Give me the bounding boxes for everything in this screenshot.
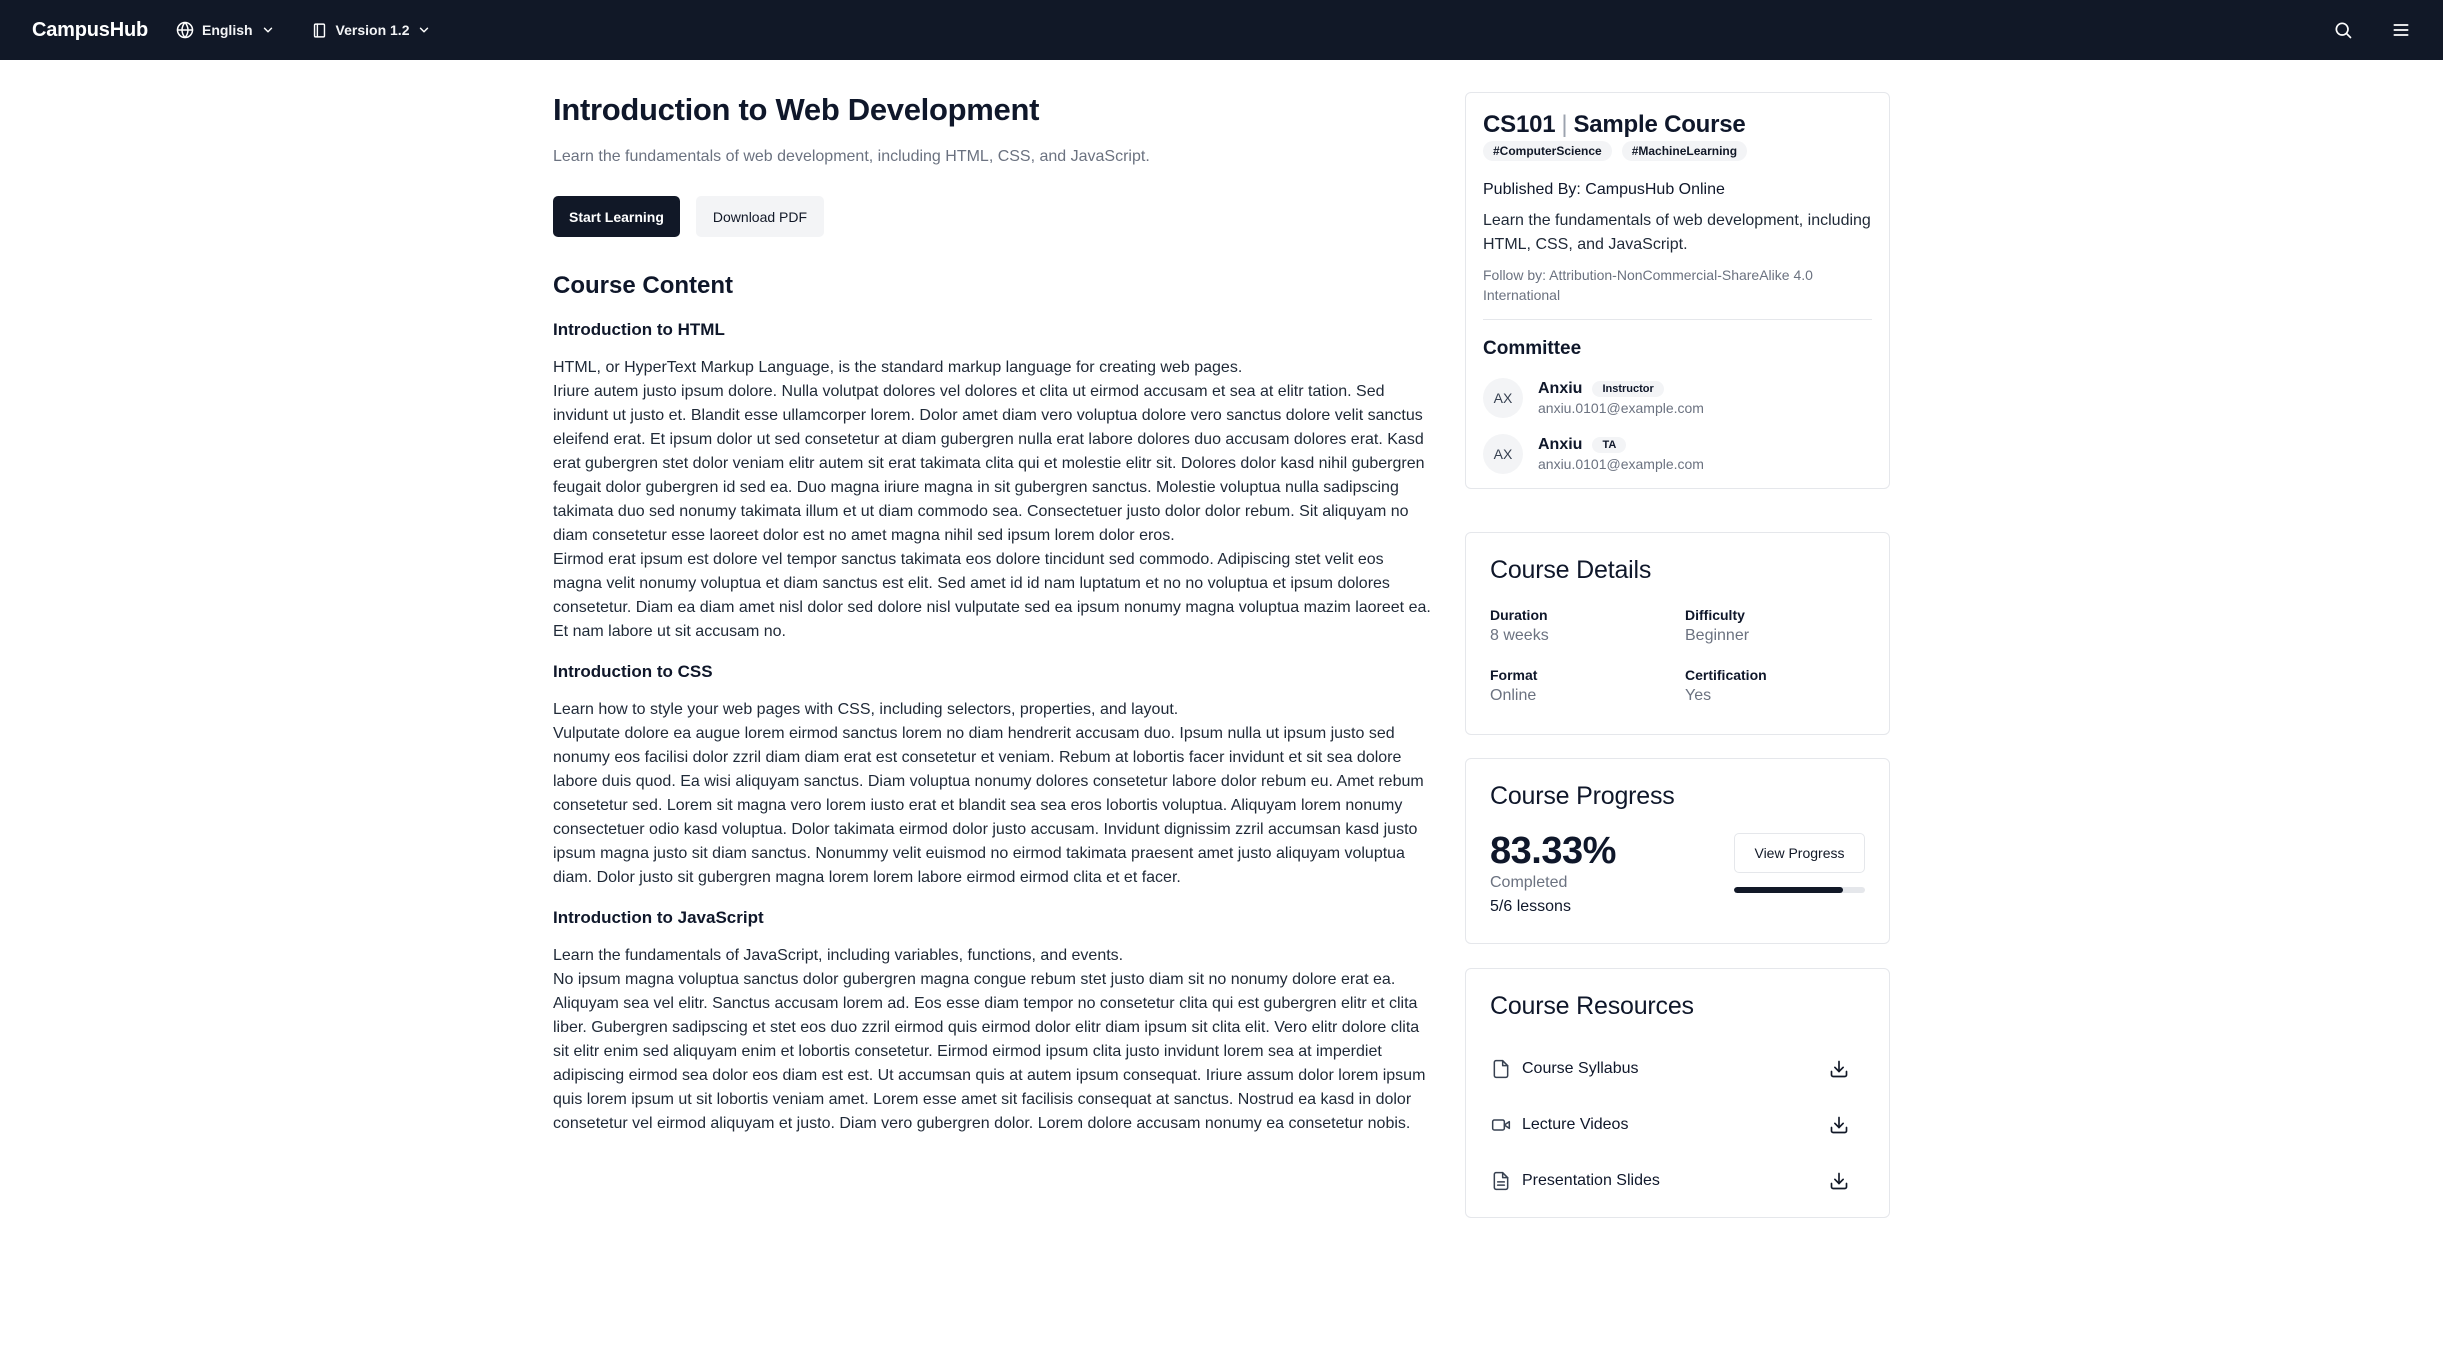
course-resources-card: Course Resources Course Syllabus Lecture…: [1465, 968, 1890, 1218]
detail-difficulty: Difficulty Beginner: [1685, 605, 1880, 647]
start-learning-button[interactable]: Start Learning: [553, 196, 680, 237]
course-details-heading: Course Details: [1490, 556, 1652, 584]
version-label: Version 1.2: [335, 22, 410, 38]
page-subtitle: Learn the fundamentals of web developmen…: [553, 148, 1150, 165]
title-separator: |: [1561, 111, 1568, 138]
resource-label: Presentation Slides: [1522, 1172, 1660, 1189]
progress-percent: 83.33%: [1490, 830, 1616, 872]
resource-label: Course Syllabus: [1522, 1060, 1639, 1077]
course-code-title: CS101 | Sample Course: [1483, 109, 1872, 141]
chevron-down-icon: [263, 27, 272, 33]
detail-duration: Duration 8 weeks: [1490, 605, 1685, 647]
brand-logo[interactable]: CampusHub: [32, 19, 148, 42]
view-progress-button[interactable]: View Progress: [1734, 833, 1865, 873]
detail-value: Online: [1490, 687, 1537, 704]
chevron-down-icon: [420, 27, 429, 33]
details-grid: Duration 8 weeks Difficulty Beginner For…: [1490, 605, 1865, 707]
course-details-card: Course Details Duration 8 weeks Difficul…: [1465, 532, 1890, 735]
tag-list: #ComputerScience #MachineLearning: [1483, 141, 1872, 161]
resource-item-syllabus[interactable]: Course Syllabus: [1490, 1041, 1865, 1097]
detail-label: Duration: [1490, 607, 1548, 623]
detail-format: Format Online: [1490, 665, 1685, 707]
section-css: Introduction to CSS Learn how to style y…: [553, 660, 1433, 890]
published-by: Published By: CampusHub Online: [1483, 181, 1725, 198]
completed-label: Completed: [1490, 874, 1568, 891]
resource-item-videos[interactable]: Lecture Videos: [1490, 1097, 1865, 1153]
resource-label: Lecture Videos: [1522, 1116, 1629, 1133]
detail-label: Format: [1490, 667, 1538, 683]
version-selector[interactable]: Version 1.2: [311, 22, 432, 39]
file-icon: [1490, 1058, 1512, 1080]
course-name: Sample Course: [1573, 111, 1746, 138]
member-name: Anxiu: [1538, 436, 1583, 453]
course-description: Learn the fundamentals of web developmen…: [1483, 212, 1871, 253]
slides-icon: [1490, 1170, 1512, 1192]
course-info-card: CS101 | Sample Course #ComputerScience #Ma…: [1465, 92, 1890, 489]
section-body: Vulputate dolore ea augue lorem eirmod s…: [553, 725, 1424, 886]
globe-icon: [176, 21, 194, 39]
divider: [1483, 319, 1872, 320]
member-email[interactable]: anxiu.0101@example.com: [1538, 400, 1704, 416]
section-body: Iriure autem justo ipsum dolore. Nulla v…: [553, 383, 1425, 544]
download-icon[interactable]: [1829, 1059, 1849, 1079]
menu-icon[interactable]: [2391, 20, 2411, 40]
detail-certification: Certification Yes: [1685, 665, 1880, 707]
detail-value: Yes: [1685, 687, 1712, 704]
download-pdf-button[interactable]: Download PDF: [695, 196, 825, 237]
section-lead: Learn how to style your web pages with C…: [553, 701, 1179, 718]
section-html: Introduction to HTML HTML, or HyperText …: [553, 318, 1433, 644]
download-icon[interactable]: [1829, 1115, 1849, 1135]
section-body: Eirmod erat ipsum est dolore vel tempor …: [553, 551, 1431, 640]
section-title: Introduction to CSS: [553, 662, 713, 681]
topbar-actions: [2333, 20, 2411, 40]
section-javascript: Introduction to JavaScript Learn the fun…: [553, 906, 1433, 1136]
book-icon: [313, 22, 325, 38]
resource-list: Course Syllabus Lecture Videos Presentat…: [1490, 1041, 1865, 1209]
main-content: Introduction to Web Development Learn th…: [553, 88, 1433, 1142]
language-label: English: [201, 22, 253, 38]
progress-bar: [1734, 887, 1865, 893]
lessons-count: 5/6 lessons: [1490, 898, 1571, 915]
avatar: AX: [1483, 434, 1523, 474]
tag-badge[interactable]: #MachineLearning: [1621, 141, 1748, 161]
progress-bar-fill: [1734, 887, 1844, 893]
committee-heading: Committee: [1483, 338, 1582, 359]
member-name: Anxiu: [1538, 380, 1583, 397]
course-content-heading: Course Content: [553, 272, 733, 299]
member-email[interactable]: anxiu.0101@example.com: [1538, 456, 1704, 472]
tag-badge[interactable]: #ComputerScience: [1483, 141, 1612, 161]
course-progress-card: Course Progress 83.33% Completed 5/6 les…: [1465, 758, 1890, 944]
language-selector[interactable]: English: [176, 21, 275, 39]
page-title: Introduction to Web Development: [553, 92, 1040, 127]
detail-label: Certification: [1685, 667, 1767, 683]
role-badge: TA: [1592, 437, 1627, 453]
course-code: CS101: [1483, 111, 1556, 138]
top-navbar: CampusHub English Version 1.2: [0, 0, 2443, 60]
download-icon[interactable]: [1829, 1171, 1849, 1191]
section-body: No ipsum magna voluptua sanctus dolor gu…: [553, 971, 1426, 1132]
action-buttons: Start Learning Download PDF: [553, 196, 1433, 237]
detail-value: Beginner: [1685, 627, 1750, 644]
search-icon[interactable]: [2333, 20, 2353, 40]
video-icon: [1490, 1115, 1512, 1135]
detail-value: 8 weeks: [1490, 627, 1549, 644]
course-resources-heading: Course Resources: [1490, 992, 1694, 1020]
course-progress-heading: Course Progress: [1490, 782, 1675, 810]
role-badge: Instructor: [1592, 381, 1664, 397]
section-lead: Learn the fundamentals of JavaScript, in…: [553, 947, 1124, 964]
section-title: Introduction to HTML: [553, 320, 725, 339]
section-title: Introduction to JavaScript: [553, 908, 764, 927]
committee-member: AX Anxiu TA anxiu.0101@example.com: [1483, 434, 1872, 474]
committee-member: AX Anxiu Instructor anxiu.0101@example.c…: [1483, 378, 1872, 418]
license-text: Follow by: Attribution-NonCommercial-Sha…: [1483, 267, 1813, 303]
resource-item-slides[interactable]: Presentation Slides: [1490, 1153, 1865, 1209]
section-lead: HTML, or HyperText Markup Language, is t…: [553, 359, 1243, 376]
avatar: AX: [1483, 378, 1523, 418]
detail-label: Difficulty: [1685, 607, 1745, 623]
progress-row: 83.33% Completed 5/6 lessons View Progre…: [1490, 831, 1865, 918]
